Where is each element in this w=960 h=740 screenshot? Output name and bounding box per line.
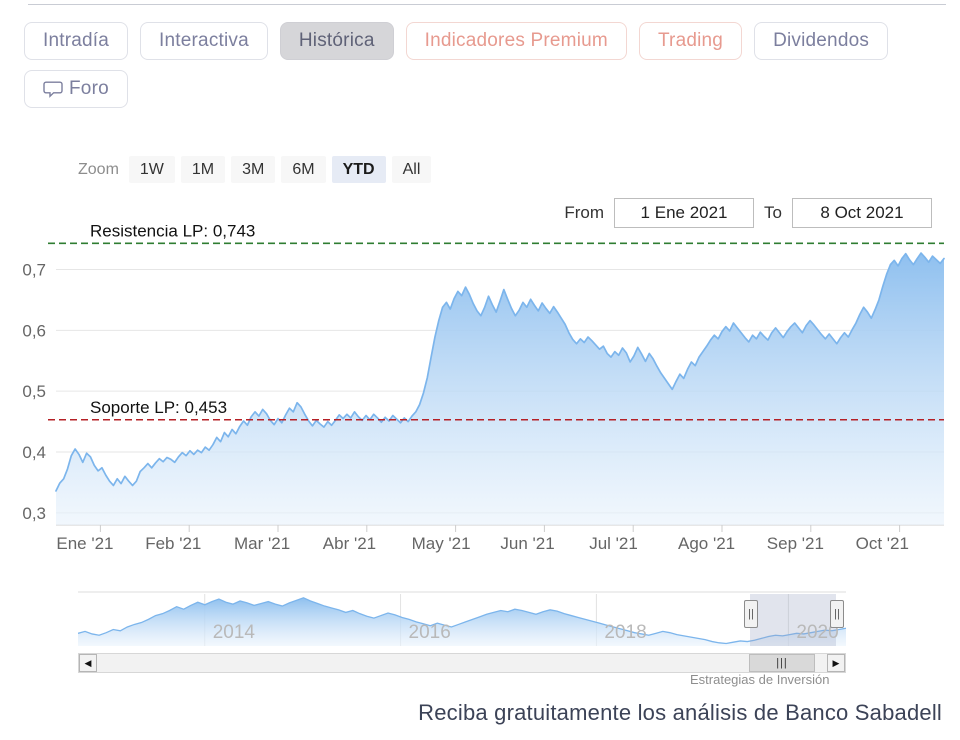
tab-label: Indicadores Premium: [424, 30, 608, 51]
navigator-handle-left[interactable]: ||: [744, 600, 758, 628]
navigator-scrollbar[interactable]: ◀ ||| ▶: [78, 653, 846, 673]
x-axis-tick-label: Feb '21: [145, 534, 201, 553]
tab-trading[interactable]: Trading: [638, 22, 743, 60]
speech-bubble-icon: [43, 80, 63, 98]
scroll-right-button[interactable]: ▶: [827, 654, 845, 672]
tab-historica[interactable]: Histórica: [279, 22, 394, 60]
tab-label: Dividendos: [773, 30, 870, 51]
scrollbar-thumb[interactable]: |||: [749, 654, 815, 672]
from-date-input[interactable]: 1 Ene 2021: [614, 198, 755, 228]
tab-intradia[interactable]: Intradía: [24, 22, 129, 60]
tab-label: Interactiva: [159, 30, 249, 51]
x-axis-tick-label: Mar '21: [234, 534, 290, 553]
zoom-button-ytd[interactable]: YTD: [331, 156, 386, 183]
handle-grip: ||: [748, 607, 754, 620]
y-axis-tick-label: 0,6: [22, 321, 46, 340]
y-axis-tick-label: 0,3: [22, 504, 46, 523]
price-plot-svg: 0,3 0,4 0,5 0,6 0,7 Ene '21 Feb '21 Mar '21 Abr …: [22, 225, 945, 553]
x-axis-tick-label: Ene '21: [56, 534, 113, 553]
x-axis-tick-label: Jun '21: [500, 534, 554, 553]
zoom-button-all[interactable]: All: [391, 156, 432, 183]
top-divider: [28, 4, 946, 5]
zoom-button-6m[interactable]: 6M: [281, 156, 326, 183]
support-line-label: Soporte LP: 0,453: [90, 398, 227, 417]
right-arrow-icon: ▶: [832, 657, 840, 668]
chart-container: Zoom 1W 1M 3M 6M YTD All From 1 Ene 2021…: [0, 130, 960, 690]
tab-dividendos[interactable]: Dividendos: [754, 22, 889, 60]
tab-foro[interactable]: Foro: [24, 70, 128, 108]
price-plot: 0,3 0,4 0,5 0,6 0,7 Ene '21 Feb '21 Mar '21 Abr …: [0, 225, 960, 565]
x-axis-tick-label: Oct '21: [856, 534, 909, 553]
y-axis-tick-label: 0,4: [22, 443, 46, 462]
x-axis-tick-label: Jul '21: [589, 534, 638, 553]
historical-chart-page: Intradía Interactiva Histórica Indicador…: [0, 0, 960, 740]
tab-label: Histórica: [298, 30, 375, 51]
navigator-year-label: 2014: [213, 622, 256, 643]
handle-grip: ||: [834, 607, 840, 620]
x-axis-tick-label: Ago '21: [678, 534, 735, 553]
tab-label: Trading: [657, 30, 724, 51]
zoom-button-1w[interactable]: 1W: [128, 156, 175, 183]
tab-label: Intradía: [43, 30, 110, 51]
chart-type-tabs: Intradía Interactiva Histórica Indicador…: [24, 22, 944, 108]
footer-promo-text: Reciba gratuitamente los análisis de Ban…: [418, 700, 942, 725]
zoom-button-1m[interactable]: 1M: [180, 156, 226, 183]
y-axis-tick-label: 0,7: [22, 261, 46, 280]
scroll-left-button[interactable]: ◀: [79, 654, 97, 672]
resistance-line-label: Resistencia LP: 0,743: [90, 225, 255, 240]
tab-label: Foro: [69, 78, 109, 99]
tab-indicadores-premium[interactable]: Indicadores Premium: [405, 22, 627, 60]
zoom-button-3m[interactable]: 3M: [231, 156, 276, 183]
y-axis-tick-label: 0,5: [22, 382, 46, 401]
to-label: To: [764, 203, 782, 222]
navigator-year-label: 2016: [409, 622, 451, 643]
zoom-range-selector: Zoom 1W 1M 3M 6M YTD All: [78, 156, 437, 183]
x-axis-tick-label: Sep '21: [767, 534, 824, 553]
navigator-handle-right[interactable]: ||: [830, 600, 844, 628]
tab-interactiva[interactable]: Interactiva: [140, 22, 268, 60]
thumb-grip: |||: [776, 657, 788, 669]
zoom-label: Zoom: [78, 160, 119, 178]
navigator-svg: 2014 2016 2018 2020: [77, 591, 847, 646]
chart-credit: Estrategias de Inversión: [690, 672, 830, 687]
from-label: From: [564, 203, 605, 222]
date-range-selector: From 1 Ene 2021 To 8 Oct 2021: [554, 198, 932, 228]
navigator-year-label: 2018: [604, 622, 646, 643]
x-axis-tick-label: May '21: [412, 534, 471, 553]
to-date-input[interactable]: 8 Oct 2021: [792, 198, 932, 228]
x-axis-tick-label: Abr '21: [323, 534, 376, 553]
range-navigator[interactable]: 2014 2016 2018 2020 || ||: [77, 590, 847, 650]
left-arrow-icon: ◀: [84, 657, 92, 668]
